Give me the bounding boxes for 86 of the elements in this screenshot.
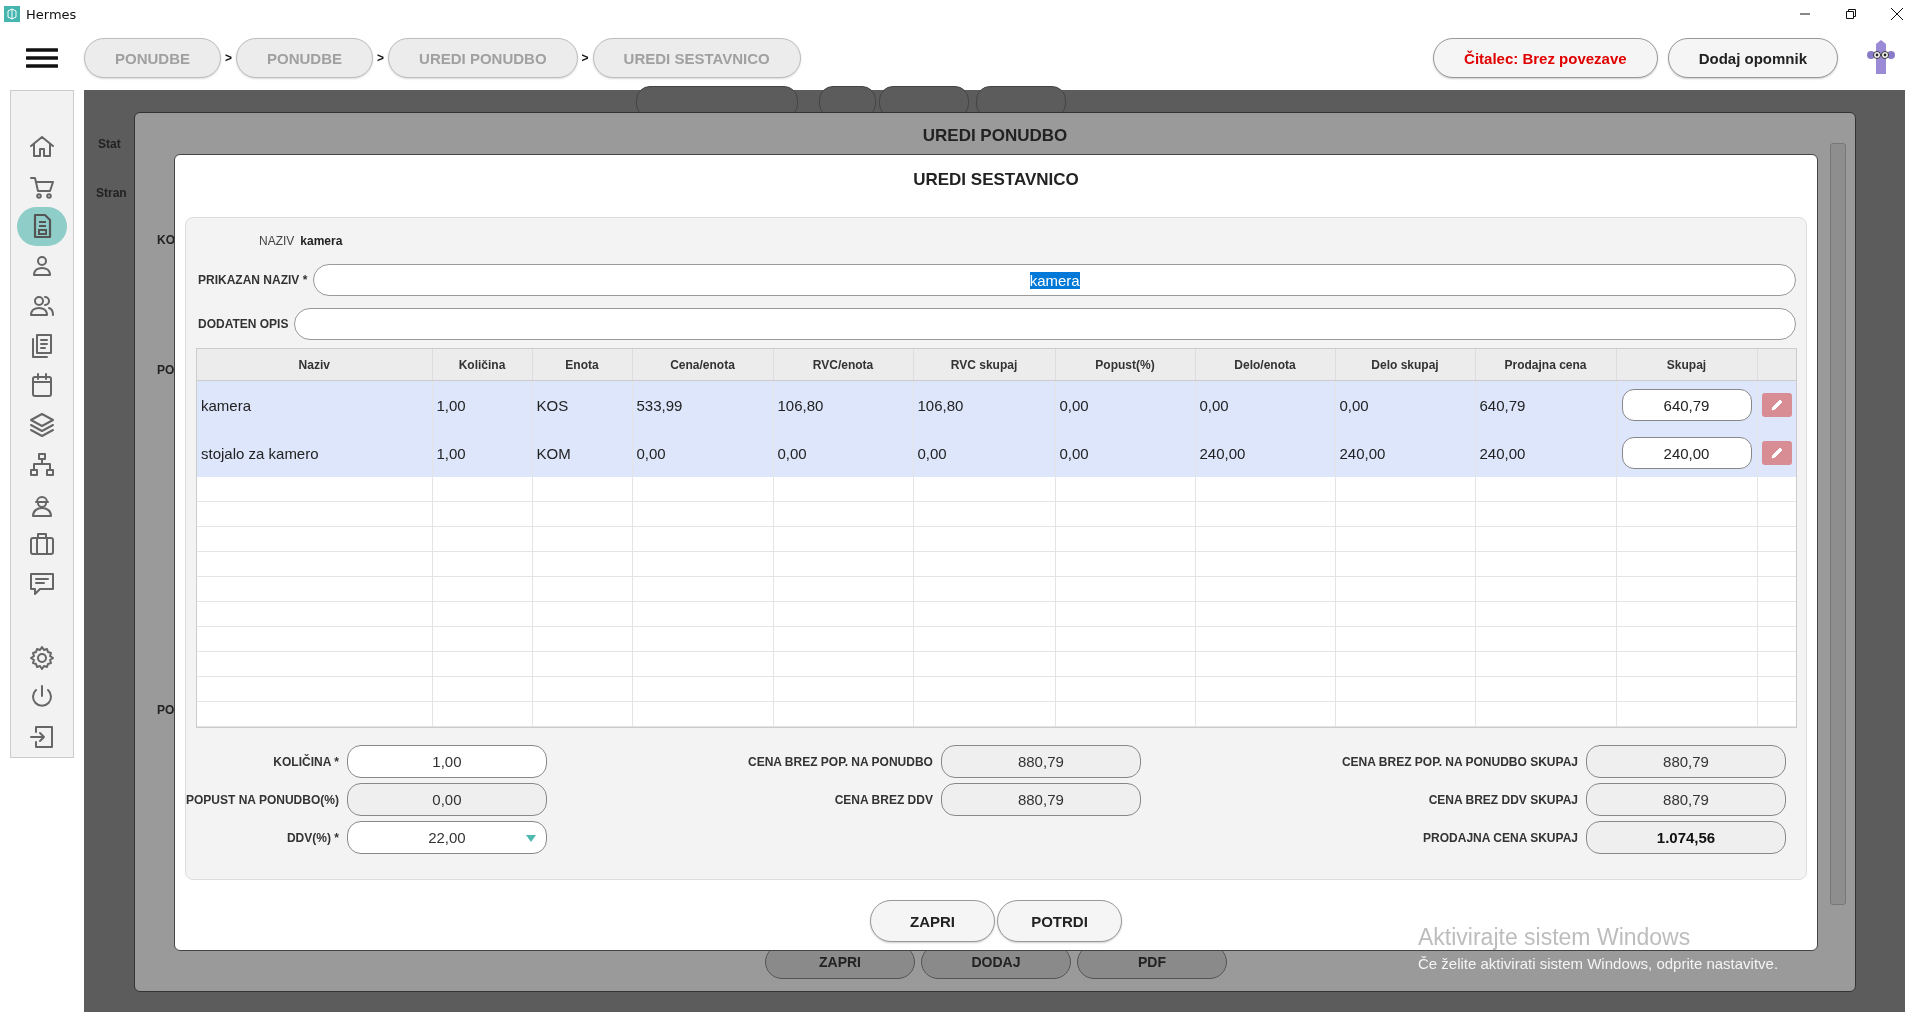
column-header: RVC/enota xyxy=(773,349,913,381)
table-cell: 0,00 xyxy=(1199,396,1229,414)
quantity-input[interactable]: 1,00 xyxy=(346,745,547,778)
app-logo-icon xyxy=(4,6,20,22)
field-label: POPUST NA PONUDBO(%) xyxy=(186,792,339,807)
column-header: Prodajna cena xyxy=(1475,349,1616,381)
readonly-field[interactable]: 0,00 xyxy=(346,783,547,816)
field-label: DDV(%) * xyxy=(286,830,339,845)
dialog-button[interactable]: ZAPRI xyxy=(870,900,995,942)
restore-icon xyxy=(1845,8,1857,20)
edit-button[interactable] xyxy=(1761,393,1792,417)
pencil-icon xyxy=(1769,398,1784,412)
field-label: KO xyxy=(157,233,175,247)
settings-icon xyxy=(28,643,56,672)
sidebar-item[interactable] xyxy=(17,206,67,247)
table-cell: kamera xyxy=(201,396,252,414)
column-header: Popust(%) xyxy=(1055,349,1195,381)
field-label: Stat xyxy=(98,137,121,151)
column-header: Cena/enota xyxy=(632,349,773,381)
table-cell: KOM xyxy=(536,444,571,462)
column-header: Delo/enota xyxy=(1195,349,1335,381)
column-header: Enota xyxy=(532,349,632,381)
table-cell: 0,00 xyxy=(636,444,666,462)
field-label: CENA BREZ DDV xyxy=(834,792,933,807)
activation-notice-text: Če želite aktivirati sistem Windows, odprite nastavitve. xyxy=(1418,955,1779,972)
table-cell: 0,00 xyxy=(1059,396,1089,414)
field-label: Stran xyxy=(96,186,127,200)
table-cell: 106,80 xyxy=(777,396,824,414)
table-cell: 640,79 xyxy=(1479,396,1526,414)
dialog-title: UREDI SESTAVNICO xyxy=(912,169,1080,191)
vat-dropdown[interactable]: 22,00 xyxy=(346,821,547,854)
breadcrumb-separator: > xyxy=(581,51,589,65)
readonly-field[interactable]: 880,79 xyxy=(1586,783,1786,816)
add-reminder-button[interactable]: Dodaj opomnik xyxy=(1667,38,1838,78)
table-cell: 1,00 xyxy=(436,396,466,414)
table-cell: 0,00 xyxy=(777,444,807,462)
field-label: PO xyxy=(157,363,175,377)
edit-button[interactable] xyxy=(1761,441,1792,465)
table-cell: 106,80 xyxy=(917,396,964,414)
field-label: PRODAJNA CENA SKUPAJ xyxy=(1423,830,1578,845)
table-cell: 533,99 xyxy=(636,396,683,414)
column-header: RVC skupaj xyxy=(913,349,1055,381)
description-field[interactable] xyxy=(294,308,1796,340)
total-input[interactable]: 240,00 xyxy=(1621,437,1752,469)
column-header: Količina xyxy=(432,349,532,381)
readonly-field[interactable]: 880,79 xyxy=(940,783,1141,816)
caret-icon xyxy=(525,835,536,842)
readonly-field[interactable]: 880,79 xyxy=(940,745,1141,778)
table-cell: 0,00 xyxy=(917,444,947,462)
table-cell: 240,00 xyxy=(1199,444,1246,462)
menu-icon[interactable] xyxy=(26,48,58,68)
field-label: NAZIV xyxy=(259,234,295,248)
readonly-field[interactable]: 880,79 xyxy=(1586,745,1786,778)
display-name-field[interactable]: kamera xyxy=(313,264,1796,296)
breadcrumb-separator: > xyxy=(225,51,233,65)
field-label: KOLIČINA * xyxy=(273,754,339,769)
table-cell: 240,00 xyxy=(1339,444,1386,462)
table-cell: 240,00 xyxy=(1479,444,1526,462)
dialog-button[interactable]: POTRDI xyxy=(997,900,1122,942)
layers-icon xyxy=(28,411,56,440)
table-cell: stojalo za kamero xyxy=(201,444,319,462)
activation-notice-title: Aktivirajte sistem Windows xyxy=(1418,924,1692,951)
dialog-title: UREDI PONUDBO xyxy=(921,125,1069,147)
field-label: CENA BREZ POP. NA PONUDBO xyxy=(747,754,933,769)
field-label: PO xyxy=(157,703,175,717)
table-cell: 0,00 xyxy=(1339,396,1369,414)
field-label: CENA BREZ POP. NA PONUDBO SKUPAJ xyxy=(1341,754,1578,769)
column-header: Skupaj xyxy=(1616,349,1757,381)
field-label: PRIKAZAN NAZIV * xyxy=(198,273,308,287)
field-label: CENA BREZ DDV SKUPAJ xyxy=(1428,792,1578,807)
breadcrumb-separator: > xyxy=(377,51,385,65)
window-title: Hermes xyxy=(26,6,78,22)
scrollbar[interactable] xyxy=(1830,143,1846,905)
table-cell: 1,00 xyxy=(436,444,466,462)
column-header: Naziv xyxy=(197,349,432,381)
column-header: Delo skupaj xyxy=(1335,349,1475,381)
pencil-icon xyxy=(1769,446,1784,460)
total-price-field[interactable]: 1.074,56 xyxy=(1586,821,1786,854)
table-cell: 0,00 xyxy=(1059,444,1089,462)
field-label: DODATEN OPIS xyxy=(198,317,289,331)
reader-status-button[interactable]: Čitalec: Brez povezave xyxy=(1433,38,1658,78)
name-value: kamera xyxy=(300,234,343,248)
close-icon xyxy=(1890,7,1904,21)
table-cell: KOS xyxy=(536,396,569,414)
network-icon xyxy=(28,450,56,479)
total-input[interactable]: 640,79 xyxy=(1621,389,1752,421)
